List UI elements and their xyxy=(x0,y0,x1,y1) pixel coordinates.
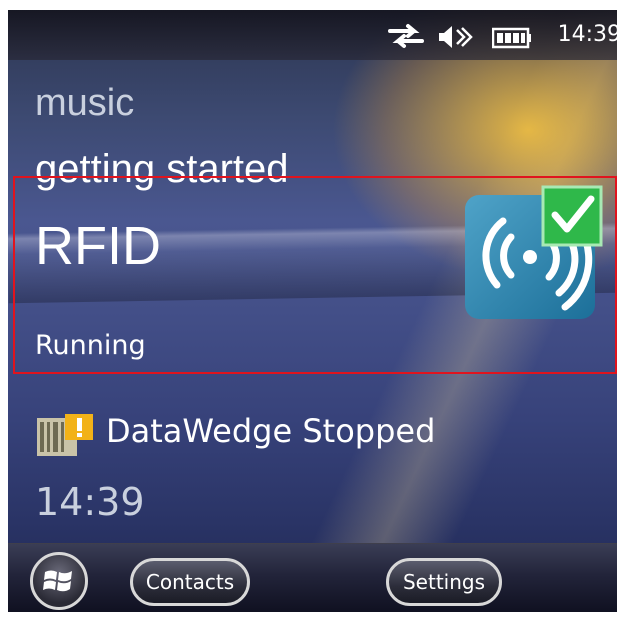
settings-button[interactable]: Settings xyxy=(386,558,502,606)
datawedge-status[interactable]: DataWedge Stopped xyxy=(106,412,435,450)
today-time: 14:39 xyxy=(35,480,145,524)
windows-start-icon xyxy=(43,570,72,592)
music-tile[interactable]: music xyxy=(35,82,134,125)
battery-icon[interactable] xyxy=(492,27,532,49)
device-screen: 14:39 music getting started RFID Running xyxy=(8,10,617,612)
volume-icon[interactable] xyxy=(438,23,474,51)
status-bar: 14:39 xyxy=(8,10,617,60)
rfid-selection-highlight xyxy=(13,176,617,374)
taskbar xyxy=(8,543,617,612)
connectivity-icon[interactable] xyxy=(388,23,424,49)
contacts-button[interactable]: Contacts xyxy=(130,558,250,606)
start-button[interactable] xyxy=(30,552,88,610)
datawedge-warning-icon xyxy=(37,414,93,456)
status-clock: 14:39 xyxy=(557,22,617,47)
